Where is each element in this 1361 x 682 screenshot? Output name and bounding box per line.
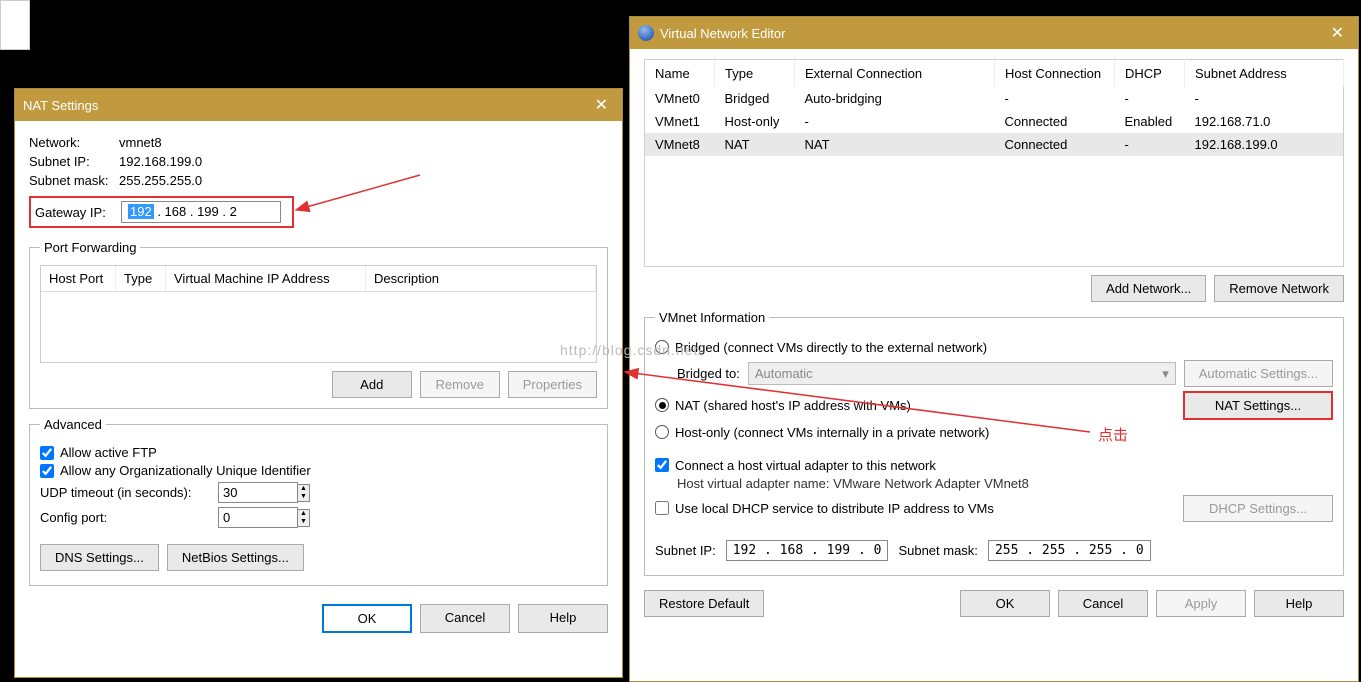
add-button[interactable]: Add [332, 371, 412, 398]
subnet-ip-label: Subnet IP: [655, 543, 716, 558]
col-hostport[interactable]: Host Port [41, 266, 116, 291]
adapter-name: Host virtual adapter name: VMware Networ… [677, 476, 1333, 491]
close-icon[interactable]: ✕ [1325, 23, 1350, 43]
vmnet-table: Name Type External Connection Host Conne… [644, 59, 1344, 267]
background-patch [0, 0, 30, 50]
udp-timeout-label: UDP timeout (in seconds): [40, 485, 210, 500]
nat-settings-button[interactable]: NAT Settings... [1183, 391, 1333, 420]
nat-window: NAT Settings ✕ Network:vmnet8 Subnet IP:… [14, 88, 623, 678]
help-button[interactable]: Help [1254, 590, 1344, 617]
advanced-group: Advanced Allow active FTP Allow any Orga… [29, 417, 608, 586]
allow-ftp-checkbox[interactable]: Allow active FTP [40, 445, 597, 460]
dns-settings-button[interactable]: DNS Settings... [40, 544, 159, 571]
netbios-settings-button[interactable]: NetBios Settings... [167, 544, 304, 571]
vne-window: Virtual Network Editor ✕ Name Type Exter… [629, 16, 1359, 682]
chevron-down-icon: ▼ [298, 518, 309, 526]
col-ext[interactable]: External Connection [795, 60, 995, 88]
subnet-mask-value: 255.255.255.0 [119, 173, 202, 188]
ok-button[interactable]: OK [322, 604, 412, 633]
col-vmip[interactable]: Virtual Machine IP Address [166, 266, 366, 291]
properties-button: Properties [508, 371, 597, 398]
table-row[interactable]: VMnet0BridgedAuto-bridging--- [645, 87, 1344, 110]
advanced-legend: Advanced [40, 417, 106, 432]
use-dhcp-checkbox[interactable]: Use local DHCP service to distribute IP … [655, 501, 994, 516]
close-icon[interactable]: ✕ [589, 95, 614, 115]
globe-icon [638, 25, 654, 41]
vne-titlebar[interactable]: Virtual Network Editor ✕ [630, 17, 1358, 49]
ok-button[interactable]: OK [960, 590, 1050, 617]
subnet-ip-value: 192.168.199.0 [119, 154, 202, 169]
add-network-button[interactable]: Add Network... [1091, 275, 1206, 302]
subnet-mask-label: Subnet mask: [29, 173, 119, 188]
config-port-label: Config port: [40, 510, 210, 525]
vne-title: Virtual Network Editor [660, 26, 785, 41]
config-port-stepper[interactable]: ▲▼ [218, 507, 310, 528]
auto-settings-button: Automatic Settings... [1184, 360, 1333, 387]
chevron-up-icon: ▲ [298, 510, 309, 518]
udp-timeout-stepper[interactable]: ▲▼ [218, 482, 310, 503]
cancel-button[interactable]: Cancel [420, 604, 510, 633]
connect-adapter-checkbox[interactable]: Connect a host virtual adapter to this n… [655, 458, 1333, 473]
col-type[interactable]: Type [715, 60, 795, 88]
portfwd-table: Host Port Type Virtual Machine IP Addres… [40, 265, 597, 363]
bridged-to-combo: Automatic [748, 362, 1176, 385]
bridged-radio[interactable]: Bridged (connect VMs directly to the ext… [655, 340, 1333, 355]
chevron-up-icon: ▲ [298, 485, 309, 493]
remove-button: Remove [420, 371, 500, 398]
allow-oui-checkbox[interactable]: Allow any Organizationally Unique Identi… [40, 463, 597, 478]
restore-default-button[interactable]: Restore Default [644, 590, 764, 617]
vmnet-info-group: VMnet Information Bridged (connect VMs d… [644, 310, 1344, 576]
col-name[interactable]: Name [645, 60, 715, 88]
chevron-down-icon: ▼ [298, 493, 309, 501]
subnet-ip-input[interactable]: 192 . 168 . 199 . 0 [726, 540, 889, 561]
remove-network-button[interactable]: Remove Network [1214, 275, 1344, 302]
help-button[interactable]: Help [518, 604, 608, 633]
col-desc[interactable]: Description [366, 266, 596, 291]
network-label: Network: [29, 135, 119, 150]
apply-button: Apply [1156, 590, 1246, 617]
nat-titlebar[interactable]: NAT Settings ✕ [15, 89, 622, 121]
col-host[interactable]: Host Connection [995, 60, 1115, 88]
bridged-to-label: Bridged to: [677, 366, 740, 381]
gateway-ip-input[interactable]: 192 . 168 . 199 . 2 [121, 201, 281, 223]
table-row[interactable]: VMnet8NATNATConnected-192.168.199.0 [645, 133, 1344, 156]
subnet-mask-label: Subnet mask: [898, 543, 978, 558]
vmnet-info-legend: VMnet Information [655, 310, 769, 325]
table-row[interactable]: VMnet1Host-only-ConnectedEnabled192.168.… [645, 110, 1344, 133]
cancel-button[interactable]: Cancel [1058, 590, 1148, 617]
dhcp-settings-button: DHCP Settings... [1183, 495, 1333, 522]
hostonly-radio[interactable]: Host-only (connect VMs internally in a p… [655, 425, 1333, 440]
col-type[interactable]: Type [116, 266, 166, 291]
nat-title: NAT Settings [23, 98, 98, 113]
network-value: vmnet8 [119, 135, 162, 150]
port-forwarding-group: Port Forwarding Host Port Type Virtual M… [29, 240, 608, 409]
annotation-click: 点击 [1098, 424, 1128, 445]
col-subnet[interactable]: Subnet Address [1185, 60, 1344, 88]
gateway-ip-label: Gateway IP: [35, 205, 121, 220]
port-forwarding-legend: Port Forwarding [40, 240, 140, 255]
nat-radio[interactable]: NAT (shared host's IP address with VMs) [655, 398, 911, 413]
col-dhcp[interactable]: DHCP [1115, 60, 1185, 88]
subnet-mask-input[interactable]: 255 . 255 . 255 . 0 [988, 540, 1151, 561]
subnet-ip-label: Subnet IP: [29, 154, 119, 169]
